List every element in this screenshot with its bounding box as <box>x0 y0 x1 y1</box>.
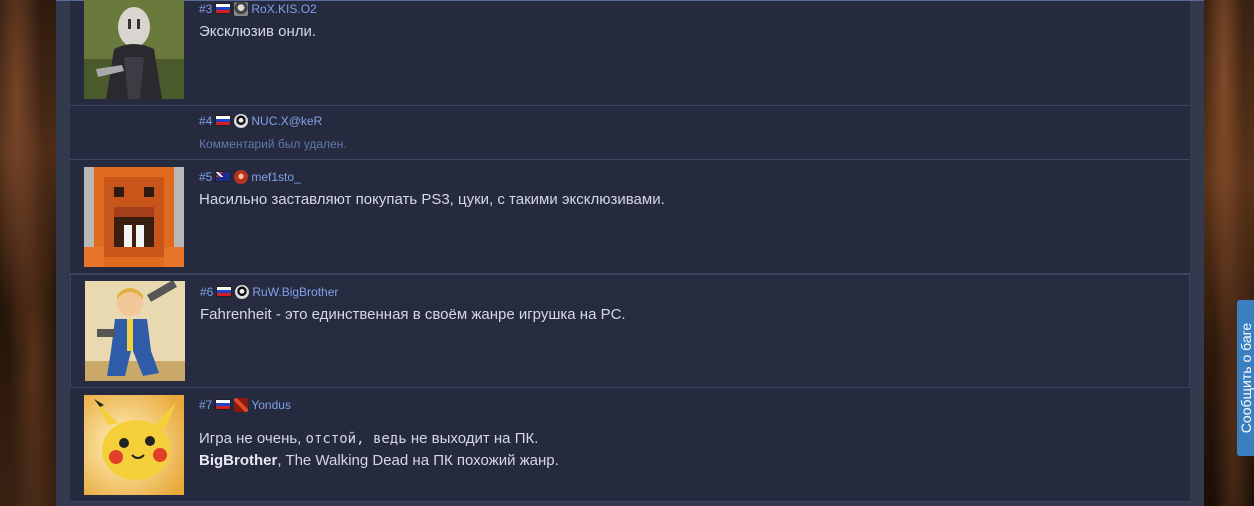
comment-header: #7 Yondus <box>199 398 291 412</box>
avatar-image <box>85 281 185 381</box>
comment-text-part: Игра не очень, <box>199 430 306 447</box>
comment-username[interactable]: Yondus <box>251 398 291 412</box>
comment-number[interactable]: #7 <box>199 398 212 412</box>
deleted-comment-text: Комментарий был удален. <box>199 137 347 151</box>
comment-username[interactable]: RoX.KIS.O2 <box>251 2 316 16</box>
comment-item: #4 NUC.X@keR Комментарий был удален. <box>70 106 1190 160</box>
avatar[interactable] <box>84 395 184 495</box>
comment-item: #6 RuW.BigBrother Fahrenheit - это единст… <box>70 274 1190 388</box>
comment-item: #7 Yondus Игра не очень, отстой, ведь не … <box>70 388 1190 502</box>
comment-number[interactable]: #5 <box>199 170 212 184</box>
comment-header: #4 NUC.X@keR <box>199 114 322 128</box>
avatar[interactable] <box>85 281 185 381</box>
dota-icon[interactable] <box>234 398 249 412</box>
comment-number[interactable]: #4 <box>199 114 212 128</box>
comment-item: #5 mef1sto_ Насильно заставляют покупать … <box>70 160 1190 274</box>
comment-username[interactable]: RuW.BigBrother <box>252 285 338 299</box>
comment-number[interactable]: #6 <box>200 285 213 299</box>
comment-header: #6 RuW.BigBrother <box>200 285 338 299</box>
comment-item: #3 RoX.KIS.O2 Эксклюзив онли. <box>70 0 1190 106</box>
reply-text: , The Walking Dead на ПК похожий жанр. <box>277 452 559 469</box>
russia-flag-icon <box>215 399 232 410</box>
russia-flag-icon <box>215 115 232 126</box>
russia-flag-icon <box>216 286 233 297</box>
ruw-team-icon[interactable] <box>235 285 250 299</box>
comment-number[interactable]: #3 <box>199 2 212 16</box>
comment-username[interactable]: NUC.X@keR <box>251 114 322 128</box>
comment-line-2: BigBrother, The Walking Dead на ПК похож… <box>199 450 559 472</box>
nuc-team-icon[interactable] <box>234 114 249 128</box>
comment-text-strikethrough: отстой, ведь <box>305 431 407 447</box>
avatar-image <box>84 395 184 495</box>
comment-username[interactable]: mef1sto_ <box>251 170 300 184</box>
comment-text: Эксклюзив онли. <box>199 23 317 40</box>
avatar-image <box>84 0 184 99</box>
avatar[interactable] <box>84 0 184 99</box>
comment-text: Игра не очень, отстой, ведь не выходит н… <box>199 428 559 472</box>
comments-section: #3 RoX.KIS.O2 Эксклюзив онли. #4 NUC.X@keR… <box>56 0 1204 506</box>
comment-header: #5 mef1sto_ <box>199 170 301 184</box>
russia-flag-icon <box>215 3 232 14</box>
comment-line-1: Игра не очень, отстой, ведь не выходит н… <box>199 428 559 450</box>
kis-team-icon[interactable] <box>234 2 249 16</box>
comment-header: #3 RoX.KIS.O2 <box>199 2 317 16</box>
background-left <box>0 0 56 506</box>
comment-text: Fahrenheit - это единственная в своём жа… <box>200 306 626 323</box>
mef-team-icon[interactable] <box>234 170 249 184</box>
reply-mention[interactable]: BigBrother <box>199 452 277 469</box>
comment-text: Насильно заставляют покупать PS3, цуки, … <box>199 191 665 208</box>
australia-flag-icon <box>215 171 232 182</box>
report-bug-label: Сообщить о баге <box>1237 322 1254 434</box>
comment-text-part: не выходит на ПК. <box>406 430 539 447</box>
avatar-image <box>84 167 184 267</box>
report-bug-button[interactable]: Сообщить о баге <box>1237 300 1254 456</box>
avatar[interactable] <box>84 167 184 267</box>
